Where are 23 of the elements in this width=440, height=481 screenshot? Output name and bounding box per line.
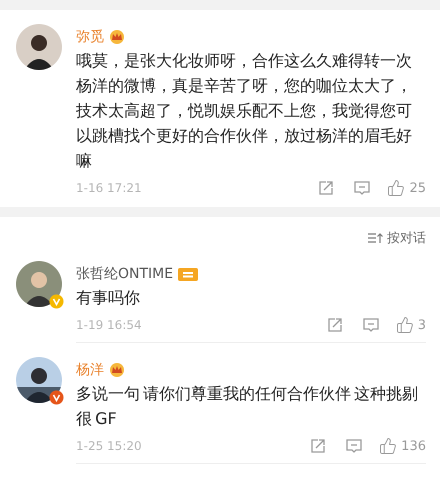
- thumbs-up-icon: [396, 316, 414, 334]
- user-name[interactable]: 杨洋: [76, 361, 104, 379]
- like-button[interactable]: 3: [396, 316, 426, 334]
- comment-icon[interactable]: [345, 437, 364, 455]
- user-name[interactable]: 张哲纶ONTIME: [76, 265, 174, 283]
- user-name[interactable]: 弥觅: [76, 28, 104, 46]
- comment-time: 1-19 16:54: [76, 318, 143, 332]
- sort-icon: [367, 232, 383, 244]
- thumbs-up-icon: [387, 179, 406, 197]
- comment-text: 哦莫，是张大化妆师呀，合作这么久难得转一次杨洋的微博，真是辛苦了呀，您的咖位太大了，技术太高超了，悦凯娱乐配不上您，我觉得您可以跳槽找个更好的合作伙伴，放过杨洋的眉毛好嘛: [76, 50, 413, 172]
- comment-icon[interactable]: [362, 316, 380, 334]
- share-icon[interactable]: [309, 437, 328, 455]
- thumbs-up-icon: [379, 437, 398, 455]
- comment-time: 1-16 17:21: [76, 181, 143, 195]
- like-button[interactable]: 136: [379, 437, 426, 455]
- share-icon[interactable]: [326, 316, 344, 334]
- sort-button[interactable]: 按对话: [367, 229, 426, 247]
- comment-text: 多说一句 请你们尊重我的任何合作伙伴 这种挑剔很 GF: [76, 383, 420, 430]
- share-icon[interactable]: [317, 179, 336, 197]
- comment-icon[interactable]: [353, 179, 372, 197]
- comment-text: 有事吗你: [76, 287, 141, 309]
- like-button[interactable]: 25: [387, 179, 426, 197]
- comment-time: 1-25 15:20: [76, 439, 143, 453]
